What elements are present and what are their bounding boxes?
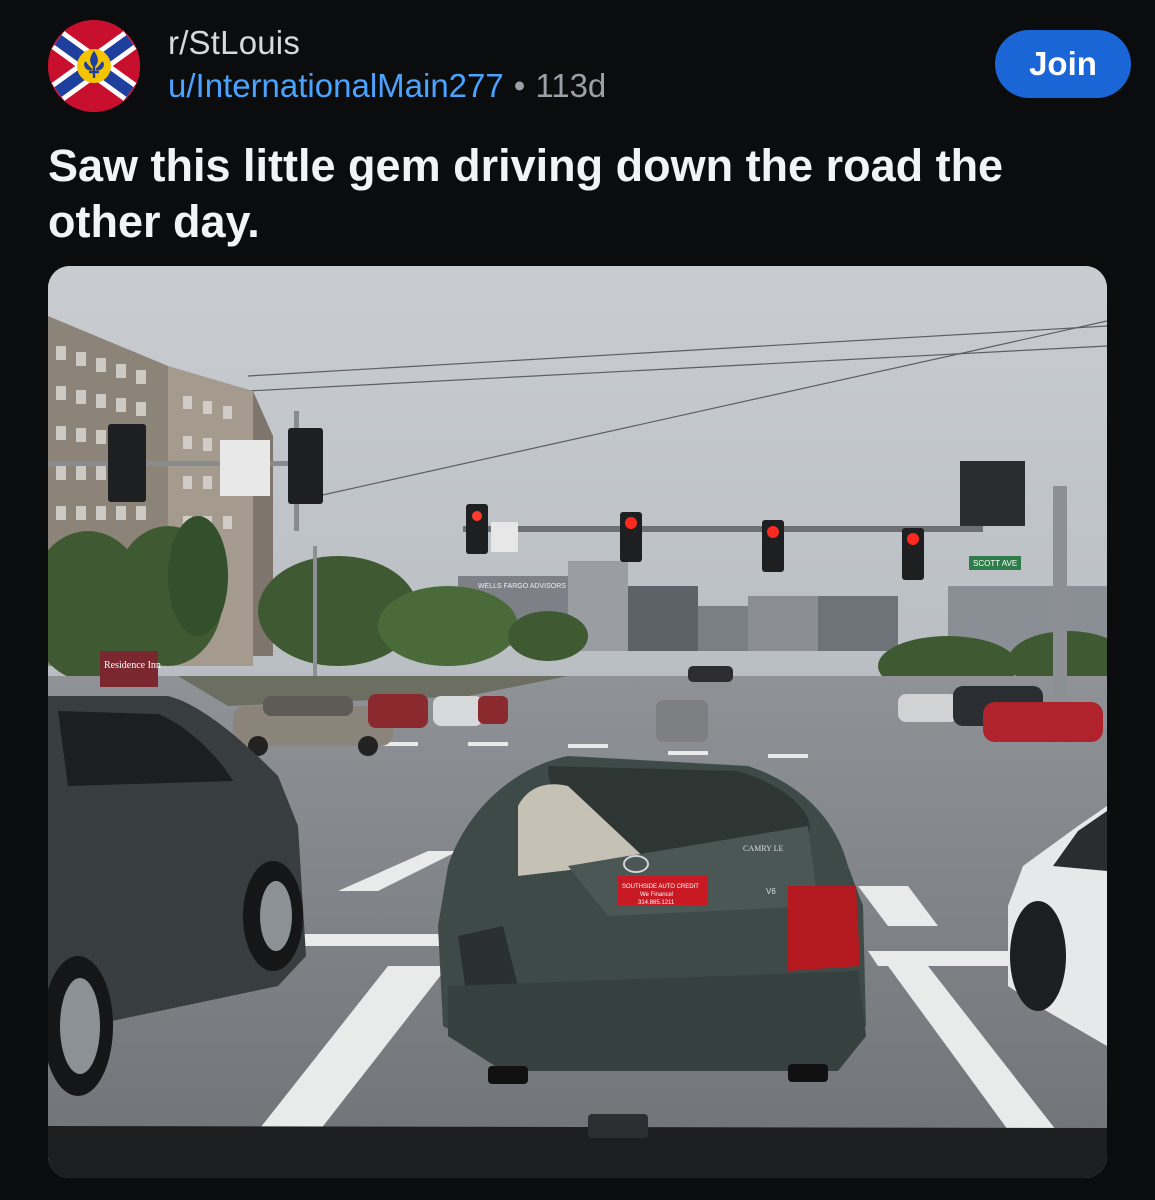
separator-dot: •: [513, 67, 526, 104]
post-header: r/StLouis u/InternationalMain277 • 113d Jo…: [0, 0, 1155, 130]
hotel-sign: Residence Inn: [100, 651, 161, 687]
subreddit-name[interactable]: r/StLouis: [168, 24, 606, 62]
building-sign: WELLS FARGO ADVISORS: [478, 583, 566, 590]
svg-text:We Finance!: We Finance!: [640, 892, 674, 898]
subreddit-avatar[interactable]: [48, 20, 140, 112]
author-line: u/InternationalMain277 • 113d: [168, 64, 606, 108]
street-sign: SCOTT AVE: [973, 559, 1017, 568]
post-age: 113d: [535, 67, 607, 104]
post-title[interactable]: Saw this little gem driving down the roa…: [48, 138, 1118, 250]
svg-text:SOUTHSIDE AUTO CREDIT: SOUTHSIDE AUTO CREDIT: [622, 884, 699, 890]
join-button[interactable]: Join: [995, 30, 1131, 98]
street-photo: WELLS FARGO ADVISORS SCOTT AVE Residence…: [48, 266, 1107, 1178]
st-louis-flag-icon: [48, 20, 140, 112]
svg-text:Residence Inn: Residence Inn: [104, 660, 161, 671]
svg-text:314.865.1211: 314.865.1211: [638, 900, 675, 906]
engine-badge: V6: [766, 887, 776, 896]
author-name[interactable]: u/InternationalMain277: [168, 67, 504, 104]
post-image[interactable]: WELLS FARGO ADVISORS SCOTT AVE Residence…: [48, 266, 1107, 1178]
post-meta: r/StLouis u/InternationalMain277 • 113d: [168, 24, 606, 108]
model-badge: CAMRY LE: [743, 844, 783, 853]
crushed-camry: SOUTHSIDE AUTO CREDIT We Finance! 314.86…: [438, 756, 866, 1084]
dashboard: [48, 1126, 1107, 1178]
